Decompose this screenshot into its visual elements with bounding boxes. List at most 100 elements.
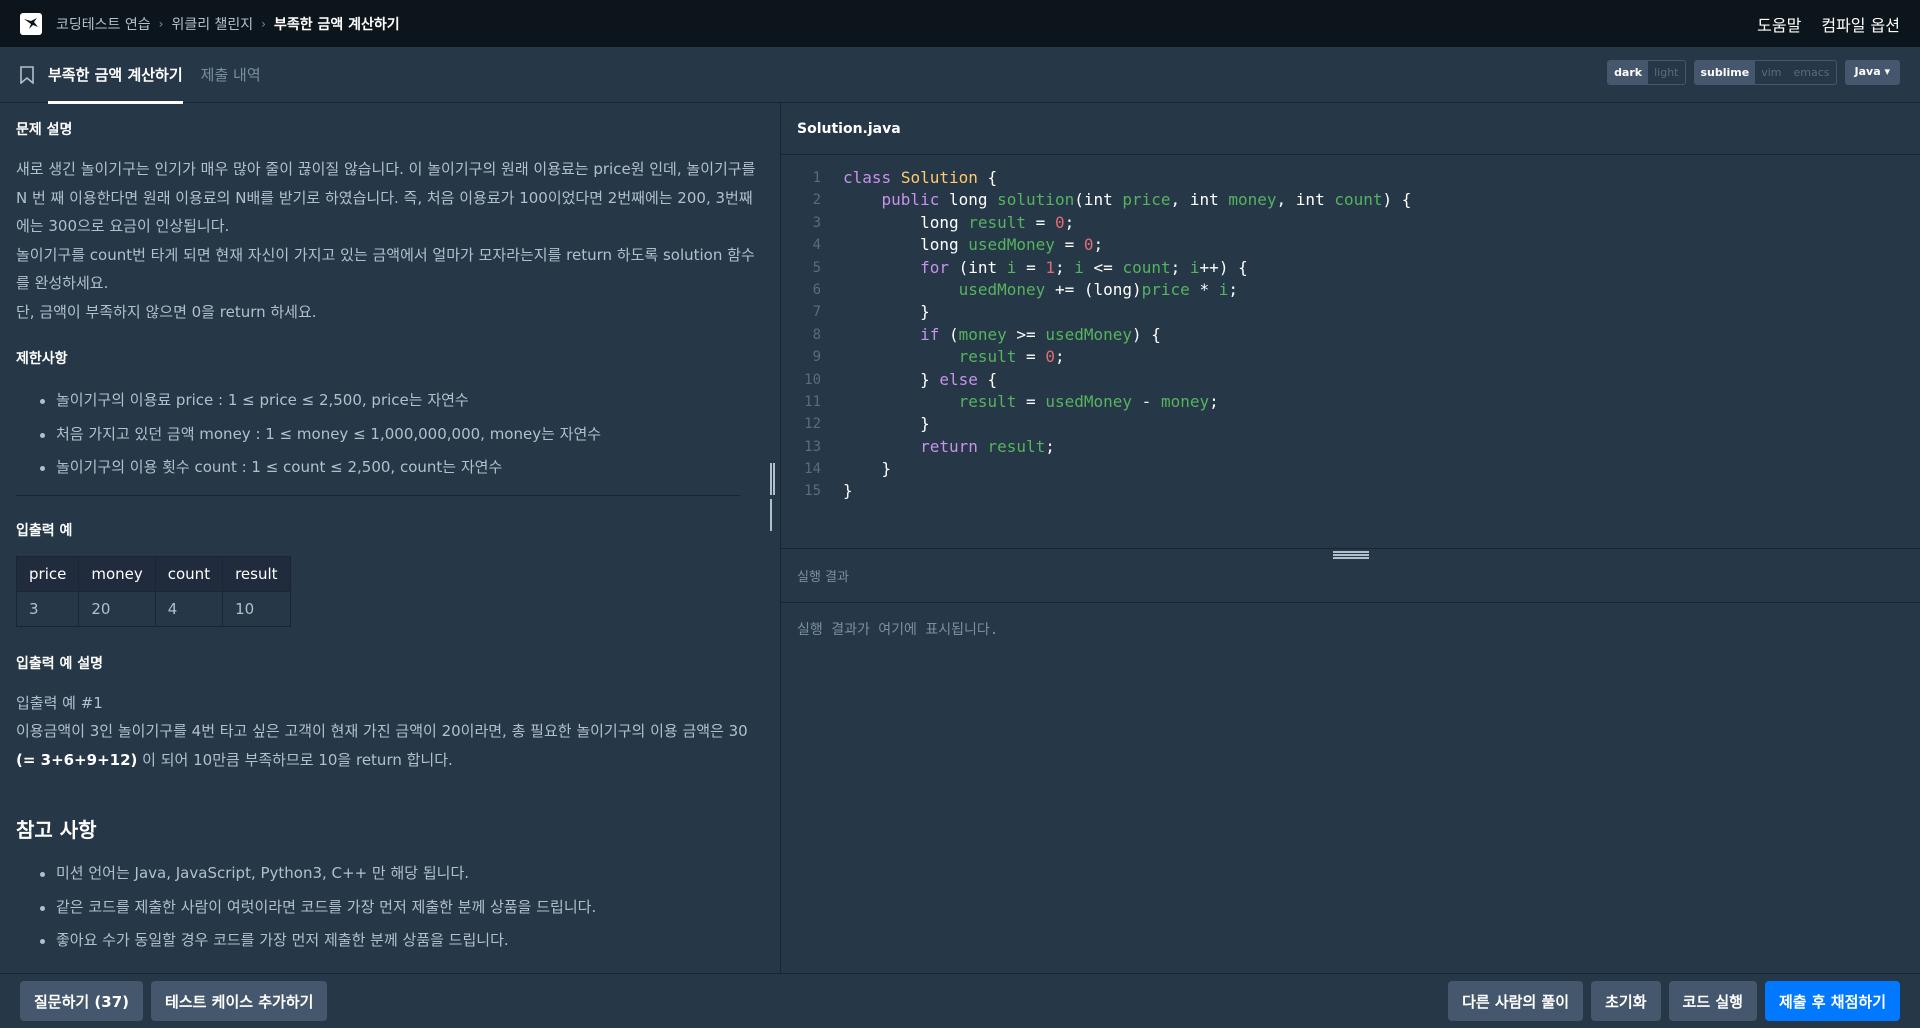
code-line: 4 long usedMoney = 0;: [781, 234, 1920, 256]
chevron-right-icon: ›: [158, 16, 164, 31]
io-text-part: 이용금액이 3인 놀이기구를 4번 타고 싶은 고객이 현재 가진 금액이 20…: [16, 722, 748, 740]
language-select[interactable]: Java ▾: [1844, 60, 1900, 85]
result-output: 실행 결과가 여기에 표시됩니다.: [797, 622, 999, 638]
language-label: Java: [1854, 65, 1881, 78]
tab-submission-history[interactable]: 제출 내역: [201, 47, 261, 103]
keymap-vim-button[interactable]: vim: [1755, 61, 1787, 84]
code-line: 6 usedMoney += (long)price * i;: [781, 279, 1920, 301]
list-item: 놀이기구의 이용 횟수 count : 1 ≤ count ≤ 2,500, c…: [40, 451, 764, 485]
table-header-cell: money: [78, 555, 156, 592]
table-cell: 20: [78, 590, 156, 627]
breadcrumb-weekly-challenge[interactable]: 위클리 챌린지: [171, 14, 253, 34]
notes-heading: 참고 사항: [16, 818, 97, 842]
tab-bar: 부족한 금액 계산하기 제출 내역 dark light sublime vim…: [0, 47, 1920, 104]
line-number: 10: [804, 371, 821, 388]
breadcrumb-coding-test[interactable]: 코딩테스트 연습: [56, 14, 151, 34]
io-description-text: 이용금액이 3인 놀이기구를 4번 타고 싶은 고객이 현재 가진 금액이 20…: [16, 717, 764, 774]
line-number: 13: [804, 438, 821, 455]
description-heading: 문제 설명: [16, 122, 73, 138]
list-item: 미션 언어는 Java, JavaScript, Python3, C++ 만 …: [40, 857, 764, 891]
code-line: 14 }: [781, 458, 1920, 480]
chevron-right-icon: ›: [261, 16, 266, 31]
line-number: 9: [812, 349, 821, 366]
line-number: 15: [804, 483, 821, 500]
io-example-label: 입출력 예 #1: [16, 693, 103, 712]
code-line: 11 result = usedMoney - money;: [781, 391, 1920, 413]
table-cell: 10: [222, 590, 291, 627]
code-line: 9 result = 0;: [781, 346, 1920, 368]
description-paragraph: 새로 생긴 놀이기구는 인기가 매우 많아 줄이 끊이질 않습니다. 이 놀이기…: [16, 160, 756, 235]
run-code-button[interactable]: 코드 실행: [1668, 981, 1757, 1021]
io-description: 입출력 예 #1 이용금액이 3인 놀이기구를 4번 타고 싶은 고객이 현재 …: [16, 689, 764, 775]
theme-toggle: dark light: [1607, 60, 1686, 85]
line-number: 4: [812, 237, 821, 254]
divider: [16, 494, 740, 496]
table-cell: 4: [154, 590, 224, 627]
code-line: 3 long result = 0;: [781, 212, 1920, 234]
code-editor[interactable]: Solution.java 1 class Solution { 2 public…: [780, 103, 1920, 548]
code-line: 1 class Solution {: [781, 167, 1920, 189]
help-link[interactable]: 도움말: [1757, 12, 1801, 36]
list-item: 좋아요 수가 동일할 경우 코드를 가장 먼저 제출한 분께 상품을 드립니다.: [40, 924, 764, 958]
list-item: 같은 코드를 제출한 사람이 여럿이라면 코드를 가장 먼저 제출한 분께 상품…: [40, 891, 764, 925]
io-example-table: price money count result 3 20 4 10: [15, 555, 291, 627]
line-number: 6: [812, 281, 821, 298]
caret-down-icon: ▾: [1884, 65, 1890, 78]
question-button[interactable]: 질문하기 (37): [20, 981, 144, 1021]
list-item: 놀이기구의 이용료 price : 1 ≤ price ≤ 2,500, pri…: [40, 384, 764, 418]
io-heading: 입출력 예: [16, 522, 73, 539]
keymap-sublime-button[interactable]: sublime: [1694, 61, 1756, 84]
io-bold-text: (= 3+6+9+12): [16, 750, 138, 769]
line-number: 8: [812, 326, 821, 343]
add-testcase-button[interactable]: 테스트 케이스 추가하기: [151, 981, 328, 1021]
notes-list: 미션 언어는 Java, JavaScript, Python3, C++ 만 …: [40, 857, 764, 958]
top-navbar: 코딩테스트 연습 › 위클리 챌린지 › 부족한 금액 계산하기 도움말 컴파일…: [0, 0, 1920, 47]
table-cell: 3: [15, 590, 80, 627]
table-row: 3 20 4 10: [15, 590, 291, 627]
table-header-row: price money count result: [15, 555, 291, 592]
line-number: 12: [804, 416, 821, 433]
result-panel: 실행 결과 실행 결과가 여기에 표시됩니다.: [780, 548, 1920, 973]
keymap-emacs-button[interactable]: emacs: [1788, 61, 1836, 84]
code-line: 15}: [781, 480, 1920, 502]
code-line: 10 } else {: [781, 369, 1920, 391]
description-paragraph: 놀이기구를 count번 타게 되면 현재 자신이 가지고 있는 금액에서 얼마…: [16, 245, 755, 293]
list-item: 처음 가지고 있던 금액 money : 1 ≤ money ≤ 1,000,0…: [40, 418, 764, 452]
line-number: 14: [804, 461, 821, 478]
programmers-logo-icon[interactable]: [20, 12, 42, 35]
tab-problem[interactable]: 부족한 금액 계산하기: [48, 47, 183, 104]
compile-options-link[interactable]: 컴파일 옵션: [1821, 12, 1900, 36]
table-header-cell: result: [222, 555, 291, 592]
vertical-resize-handle[interactable]: [770, 463, 778, 531]
line-number: 2: [812, 192, 821, 209]
table-header-cell: count: [154, 555, 224, 592]
code-area[interactable]: 1 class Solution { 2 public long solution…: [781, 155, 1920, 503]
others-solutions-button[interactable]: 다른 사람의 풀이: [1448, 981, 1584, 1021]
keymap-toggle: sublime vim emacs: [1693, 60, 1837, 85]
table-header-cell: price: [15, 555, 80, 592]
reset-button[interactable]: 초기화: [1591, 981, 1661, 1021]
line-number: 5: [812, 259, 821, 276]
limits-heading: 제한사항: [16, 351, 68, 367]
io-description-heading: 입출력 예 설명: [16, 655, 104, 672]
problem-description: 새로 생긴 놀이기구는 인기가 매우 많아 줄이 끊이질 않습니다. 이 놀이기…: [16, 155, 764, 326]
code-line: 13 return result;: [781, 436, 1920, 458]
line-number: 7: [812, 304, 821, 321]
code-line: 8 if (money >= usedMoney) {: [781, 324, 1920, 346]
limits-list: 놀이기구의 이용료 price : 1 ≤ price ≤ 2,500, pri…: [40, 384, 764, 485]
theme-dark-button[interactable]: dark: [1608, 61, 1649, 84]
breadcrumb-current: 부족한 금액 계산하기: [273, 16, 400, 33]
code-line: 5 for (int i = 1; i <= count; i++) {: [781, 257, 1920, 279]
submit-button[interactable]: 제출 후 채점하기: [1764, 981, 1900, 1021]
theme-light-button[interactable]: light: [1648, 61, 1684, 84]
breadcrumb: 코딩테스트 연습 › 위클리 챌린지 › 부족한 금액 계산하기: [56, 14, 400, 34]
problem-panel: 문제 설명 새로 생긴 놀이기구는 인기가 매우 많아 줄이 끊이질 않습니다.…: [0, 103, 780, 973]
line-number: 11: [804, 393, 821, 410]
editor-filename: Solution.java: [781, 103, 1920, 155]
bookmark-icon[interactable]: [20, 65, 34, 84]
code-line: 7 }: [781, 301, 1920, 323]
description-paragraph: 단, 금액이 부족하지 않으면 0을 return 하세요.: [16, 302, 317, 321]
result-heading: 실행 결과: [781, 549, 1920, 603]
code-line: 12 }: [781, 413, 1920, 435]
line-number: 3: [812, 214, 821, 231]
